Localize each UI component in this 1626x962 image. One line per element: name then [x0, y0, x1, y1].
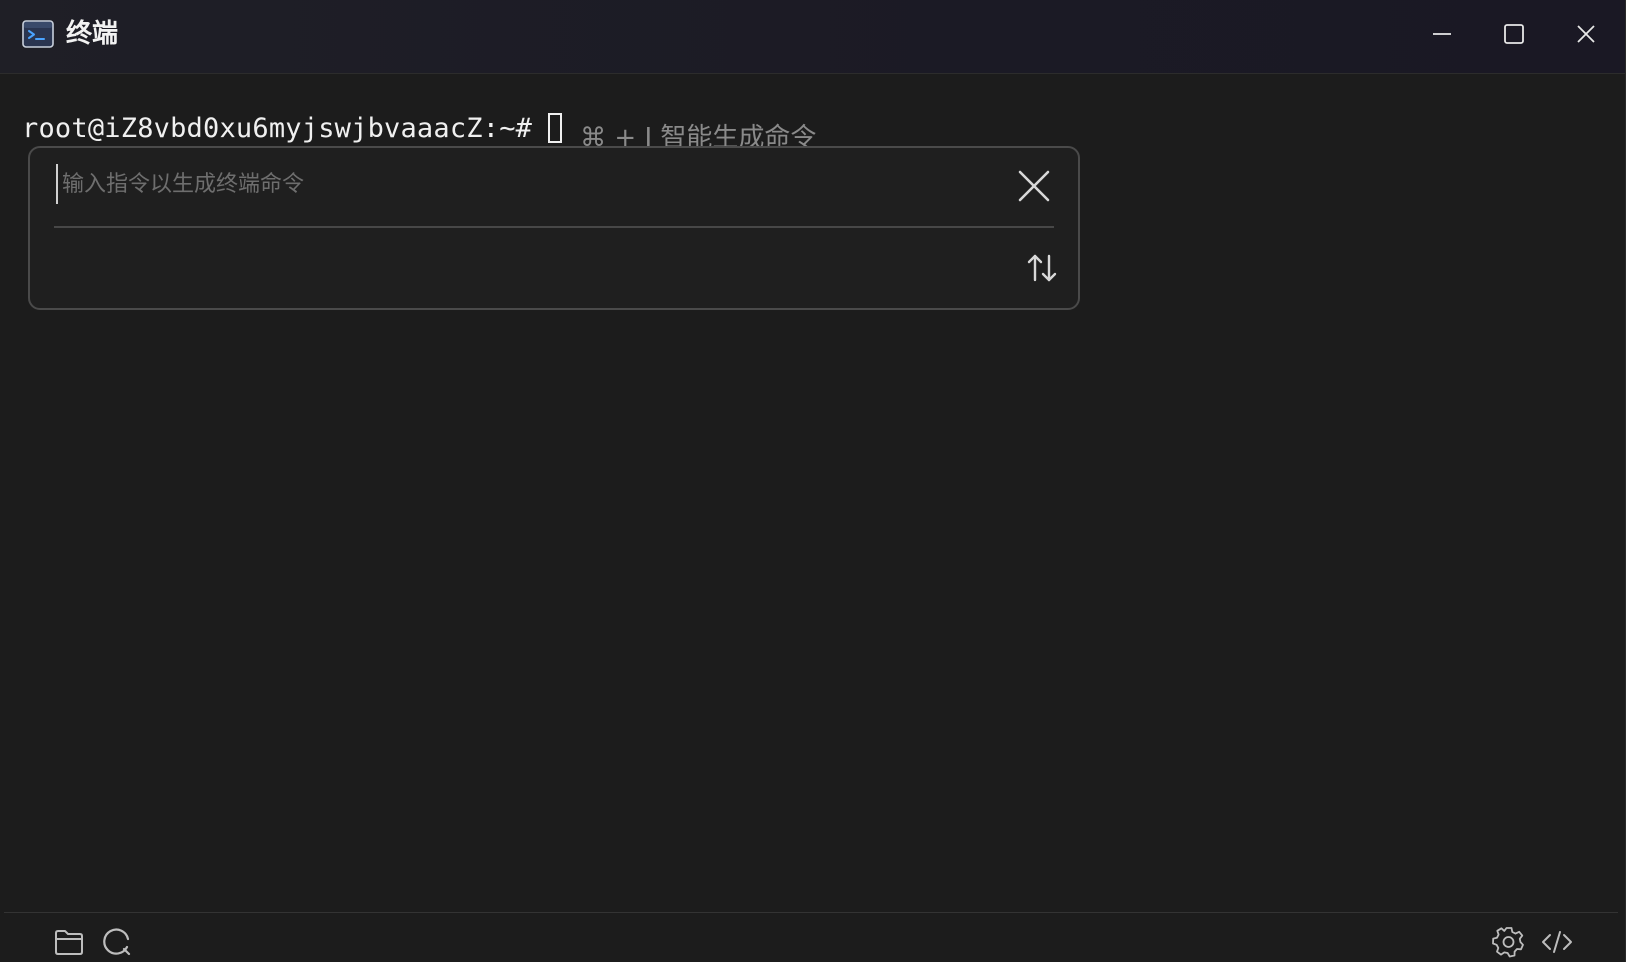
swap-vertical-icon[interactable]: [1024, 250, 1060, 286]
close-window-button[interactable]: [1550, 0, 1622, 68]
code-icon[interactable]: [1540, 925, 1574, 959]
ai-command-panel: [28, 146, 1080, 310]
folder-icon[interactable]: [52, 925, 86, 959]
terminal-cursor: [548, 113, 563, 143]
maximize-icon: [1504, 24, 1524, 44]
close-icon[interactable]: [1014, 166, 1054, 206]
close-icon: [1577, 25, 1595, 43]
minimize-icon: [1433, 33, 1451, 35]
terminal-window: 终端 root@iZ8vbd0xu6myjswjbvaaacZ:~# ⌘ + I…: [0, 0, 1626, 962]
terminal-area[interactable]: root@iZ8vbd0xu6myjswjbvaaacZ:~# ⌘ + I 智能…: [0, 74, 1625, 912]
terminal-app-icon: [22, 20, 54, 48]
title-bar: 终端: [0, 0, 1625, 74]
refresh-icon[interactable]: [100, 925, 134, 959]
bottom-toolbar: [4, 912, 1618, 962]
shell-prompt: root@iZ8vbd0xu6myjswjbvaaacZ:~#: [22, 112, 533, 144]
minimize-button[interactable]: [1406, 0, 1478, 68]
gear-icon[interactable]: [1492, 925, 1526, 959]
window-title: 终端: [66, 19, 119, 49]
maximize-button[interactable]: [1478, 0, 1550, 68]
ai-command-input[interactable]: [56, 164, 962, 204]
panel-divider: [54, 226, 1054, 228]
prompt-line: root@iZ8vbd0xu6myjswjbvaaacZ:~# ⌘ + I 智能…: [22, 110, 816, 153]
